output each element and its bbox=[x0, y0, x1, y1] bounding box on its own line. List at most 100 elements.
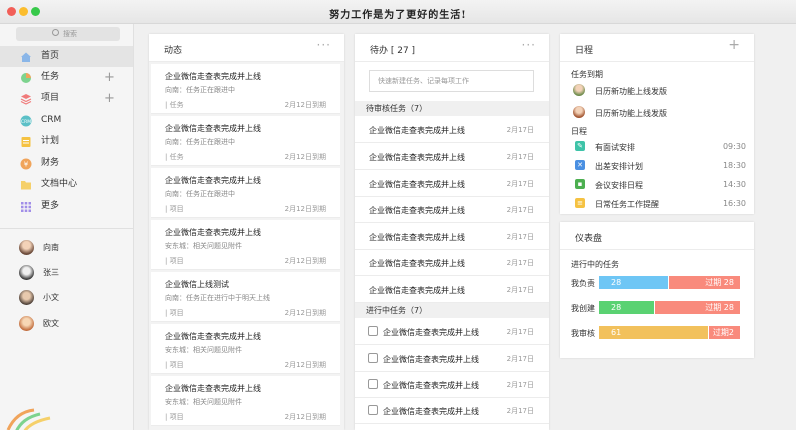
travel-icon: ✕ bbox=[575, 160, 585, 170]
feed-item-desc: 向南：任务正在跟进中 bbox=[165, 190, 235, 198]
svg-text:CRM: CRM bbox=[21, 119, 31, 125]
progress-row[interactable]: 我审核 61 过期2 bbox=[571, 326, 747, 340]
event-item[interactable]: ≡ 日常任务工作提醒 16:30 bbox=[571, 194, 746, 214]
todo-item[interactable]: 企业微信走查表完成并上线 2月17日 bbox=[355, 223, 549, 250]
todo-item[interactable]: 企业微信走查表完成并上线 2月17日 bbox=[355, 249, 549, 276]
feed-item-date: 2月12日到期 bbox=[284, 101, 326, 109]
contact-name: 小文 bbox=[43, 293, 59, 302]
row-label: 我审核 bbox=[571, 329, 595, 338]
avatar bbox=[19, 240, 34, 255]
row-label: 我创建 bbox=[571, 304, 595, 313]
feed-item-title: 企业微信走查表完成并上线 bbox=[165, 332, 261, 341]
search-input[interactable]: 搜索 bbox=[16, 27, 120, 41]
add-task-icon[interactable]: + bbox=[104, 67, 115, 88]
sidebar-item-label: 任务 bbox=[41, 72, 60, 82]
progress-bar-active: 61 bbox=[599, 326, 708, 339]
event-item[interactable]: ✎ 有面试安排 09:30 bbox=[571, 137, 746, 157]
feed-item-date: 2月12日到期 bbox=[284, 257, 326, 265]
event-item[interactable]: ✕ 出差安排计划 18:30 bbox=[571, 156, 746, 176]
feed-item-title: 企业微信走查表完成并上线 bbox=[165, 228, 261, 237]
sidebar-item-crm[interactable]: CRM CRM bbox=[0, 110, 133, 131]
contact-item[interactable]: 欧文 bbox=[0, 311, 133, 337]
brand-logo bbox=[6, 408, 51, 430]
task-icon bbox=[21, 73, 31, 83]
project-icon bbox=[20, 94, 32, 105]
feed-item[interactable]: 企业微信走查表完成并上线 向南：任务正在跟进中 | 任务 2月12日到期 bbox=[151, 116, 340, 166]
feed-item[interactable]: 企业微信走查表完成并上线 向南：任务正在跟进中 | 项目 2月12日到期 bbox=[151, 168, 340, 218]
sidebar-item-project[interactable]: 项目 + bbox=[0, 88, 133, 109]
feed-item[interactable]: 企业微信走查表完成并上线 安东城：相关问题见附件 | 项目 2月12日到期 bbox=[151, 220, 340, 270]
quick-create-input[interactable]: 快速新建任务、记录每项工作 bbox=[369, 70, 534, 92]
feed-item-tag: | 任务 bbox=[165, 153, 184, 161]
contact-item[interactable]: 张三 bbox=[0, 260, 133, 286]
feed-item-tag: | 项目 bbox=[165, 361, 184, 369]
more-icon[interactable]: ··· bbox=[522, 38, 536, 52]
contact-name: 向南 bbox=[43, 243, 59, 252]
sidebar-item-label: 首页 bbox=[41, 51, 60, 61]
avatar bbox=[573, 106, 585, 118]
sidebar-item-label: 项目 bbox=[41, 93, 60, 103]
todo-item[interactable]: 企业微信走查表完成并上线 2月17日 bbox=[355, 116, 549, 143]
checkbox[interactable] bbox=[368, 326, 378, 336]
progress-bar-overdue: 过期 28 bbox=[655, 301, 740, 314]
todo-title: 待办 [ 27 ] bbox=[370, 46, 416, 56]
progress-bar: 28 过期 28 bbox=[599, 276, 740, 289]
avatar bbox=[19, 316, 34, 331]
todo-item[interactable]: 企业微信走查表完成并上线 2月17日 bbox=[355, 397, 549, 424]
calendar-label: 日程 bbox=[571, 127, 587, 136]
feed-item-desc: 向南：任务正在跟进中 bbox=[165, 138, 235, 146]
feed-item[interactable]: 企业微信上线测试 向南：任务正在进行中于明天上线 | 项目 2月12日到期 bbox=[151, 272, 340, 322]
due-item[interactable]: 日历新功能上线发版 bbox=[571, 103, 746, 123]
progress-row[interactable]: 我负责 28 过期 28 bbox=[571, 276, 747, 290]
add-icon[interactable]: + bbox=[728, 37, 741, 53]
feed-item-title: 企业微信走查表完成并上线 bbox=[165, 384, 261, 393]
checkbox[interactable] bbox=[368, 353, 378, 363]
svg-text:¥: ¥ bbox=[24, 161, 29, 169]
more-icon[interactable]: ··· bbox=[317, 38, 331, 52]
todo-item[interactable]: 企业微信走查表完成并上线 2月17日 bbox=[355, 143, 549, 170]
finance-icon: ¥ bbox=[20, 158, 32, 170]
todo-item[interactable]: 企业微信走查表完成并上线 2月17日 bbox=[355, 170, 549, 197]
avatar bbox=[19, 290, 34, 305]
due-label: 任务到期 bbox=[571, 70, 603, 79]
progress-row[interactable]: 我创建 28 过期 28 bbox=[571, 301, 747, 315]
feed-item[interactable]: 企业微信走查表完成并上线 向南：任务正在跟进中 | 任务 2月12日到期 bbox=[151, 64, 340, 114]
avatar bbox=[19, 265, 34, 280]
progress-bar-overdue: 过期2 bbox=[709, 326, 740, 339]
sidebar-item-task[interactable]: 任务 + bbox=[0, 67, 133, 88]
feed-list: 企业微信走查表完成并上线 向南：任务正在跟进中 | 任务 2月12日到期 企业微… bbox=[149, 62, 344, 430]
more-grid-icon bbox=[21, 202, 31, 212]
sidebar-item-documents[interactable]: 文档中心 bbox=[0, 174, 133, 195]
sidebar-item-finance[interactable]: ¥ 财务 bbox=[0, 153, 133, 174]
add-project-icon[interactable]: + bbox=[104, 88, 115, 109]
feed-item-date: 2月12日到期 bbox=[284, 309, 326, 317]
feed-item[interactable]: 企业微信走查表完成并上线 安东城：相关问题见附件 | 项目 2月12日到期 bbox=[151, 324, 340, 374]
todo-item[interactable]: 企业微信走查表完成并上线 2月17日 bbox=[355, 371, 549, 398]
sidebar: 搜索 首页 任务 + 项目 + CRM CRM 计划 ¥ 财务 文档中心 更多 bbox=[0, 24, 134, 430]
sidebar-item-label: 财务 bbox=[41, 158, 60, 168]
row-label: 我负责 bbox=[571, 279, 595, 288]
pending-section-header: 待审核任务（7） bbox=[355, 101, 549, 116]
event-item[interactable]: ▪ 会议安排日程 14:30 bbox=[571, 175, 746, 195]
schedule-panel: 日程 + 任务到期 日历新功能上线发版 日历新功能上线发版 日程 ✎ 有面试安排… bbox=[560, 34, 754, 214]
feed-item[interactable]: 企业微信走查表完成并上线 安东城：相关问题见附件 | 项目 2月12日到期 bbox=[151, 376, 340, 426]
todo-item[interactable]: 企业微信走查表完成并上线 2月17日 bbox=[355, 318, 549, 345]
sidebar-divider bbox=[0, 228, 133, 229]
contact-item[interactable]: 小文 bbox=[0, 285, 133, 311]
sidebar-item-home[interactable]: 首页 bbox=[0, 46, 133, 67]
todo-item[interactable]: 企业微信走查表完成并上线 2月17日 bbox=[355, 196, 549, 223]
contact-item[interactable]: 向南 bbox=[0, 235, 133, 261]
contact-name: 欧文 bbox=[43, 319, 59, 328]
todo-item[interactable]: 企业微信走查表完成并上线 2月17日 bbox=[355, 345, 549, 372]
checkbox[interactable] bbox=[368, 379, 378, 389]
progress-bar: 61 过期2 bbox=[599, 326, 740, 339]
sidebar-item-plan[interactable]: 计划 bbox=[0, 131, 133, 152]
sidebar-item-label: 更多 bbox=[41, 201, 60, 211]
search-placeholder: 搜索 bbox=[63, 30, 77, 38]
dashboard-panel: 仪表盘 进行中的任务 我负责 28 过期 28 我创建 28 过期 28 我审核… bbox=[560, 222, 754, 358]
due-item[interactable]: 日历新功能上线发版 bbox=[571, 81, 746, 101]
feed-item-tag: | 项目 bbox=[165, 205, 184, 213]
todo-item[interactable]: 企业微信走查表完成并上线 2月17日 bbox=[355, 276, 549, 303]
sidebar-item-more[interactable]: 更多 bbox=[0, 196, 133, 217]
checkbox[interactable] bbox=[368, 405, 378, 415]
